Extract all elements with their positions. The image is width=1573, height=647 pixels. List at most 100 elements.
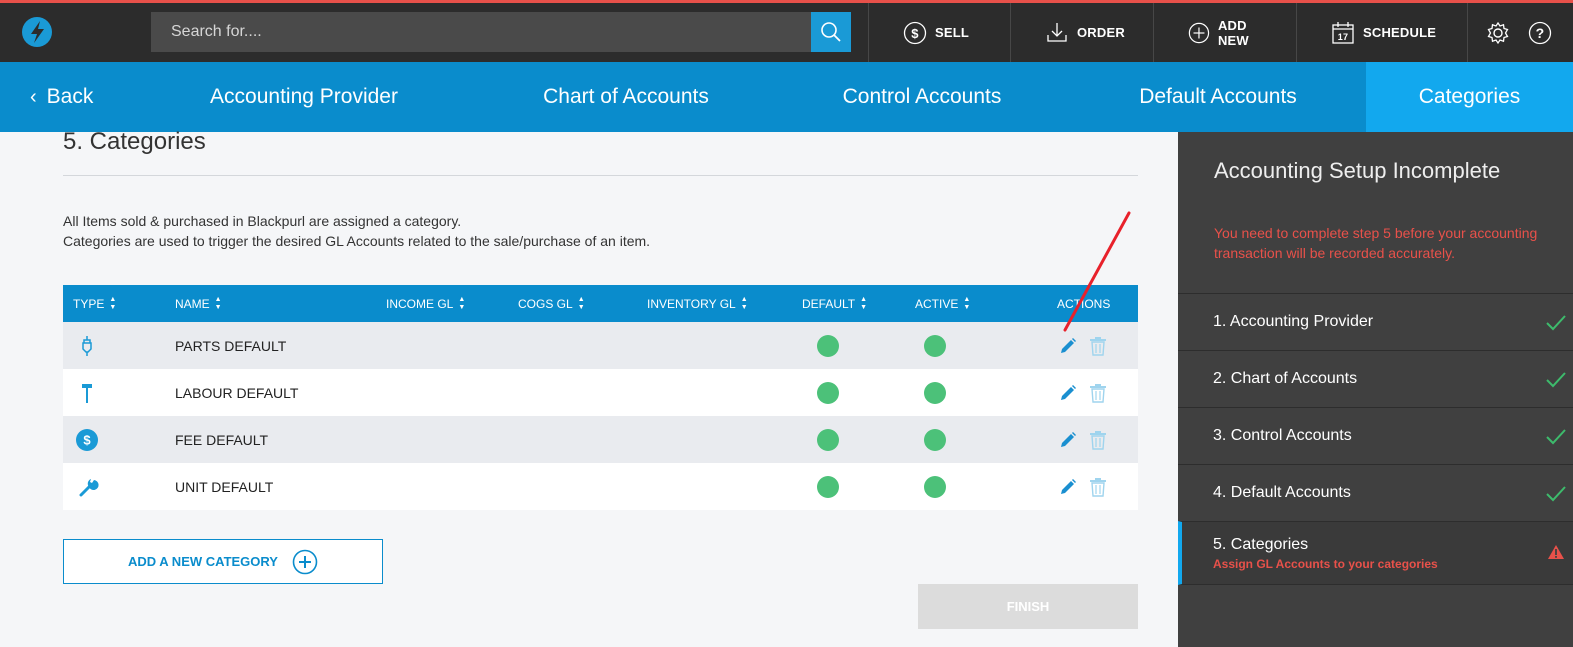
plus-circle-icon [292,549,318,574]
warning-icon [1548,545,1564,559]
default-status [817,463,839,510]
edit-button[interactable] [1059,369,1077,416]
wrench-icon [79,463,99,510]
column-type[interactable]: TYPE ▲ ▼ [73,285,116,322]
active-status [924,463,946,510]
top-bar: $ SELL ORDER ADD NEW [0,0,1573,62]
utility-icons: ? [1467,3,1572,62]
sell-button[interactable]: $ SELL [868,3,1010,62]
sort-icon: ▲ ▼ [740,295,748,311]
page-title: 5. Categories [63,128,206,155]
pencil-icon [1061,478,1076,494]
step-default-accounts[interactable]: 4. Default Accounts [1178,464,1573,521]
category-name: LABOUR DEFAULT [175,384,299,401]
step-categories[interactable]: 5. Categories Assign GL Accounts to your… [1178,521,1573,585]
description-line-1: All Items sold & purchased in Blackpurl … [63,213,462,229]
add-new-label: ADD NEW [1217,17,1249,48]
svg-text:?: ? [1536,25,1545,41]
search-button[interactable] [811,12,851,52]
default-status [817,369,839,416]
top-actions: $ SELL ORDER ADD NEW 17 SCHEDULE ? [868,3,1572,62]
delete-button[interactable] [1089,322,1107,369]
sort-icon: ▲ ▼ [109,295,117,311]
sort-icon: ▲ ▼ [577,295,585,311]
tab-accounting-provider[interactable]: Accounting Provider [180,62,428,132]
description-line-2: Categories are used to trigger the desir… [63,233,651,249]
active-status [924,416,946,463]
sort-icon: ▲ ▼ [963,295,971,311]
add-category-button[interactable]: ADD A NEW CATEGORY [63,539,383,584]
panel-warning: You need to complete step 5 before your … [1214,225,1538,261]
table-header: TYPE ▲ ▼ NAME ▲ ▼ INCOME GL ▲ ▼ COGS GL ▲ ▼ INVE… [63,285,1138,322]
schedule-button[interactable]: 17 SCHEDULE [1296,3,1467,62]
tab-control-accounts[interactable]: Control Accounts [800,62,1044,132]
default-status [817,416,839,463]
sell-label: SELL [935,25,970,40]
chevron-left-icon: ‹ [30,85,37,108]
trash-icon [1090,430,1106,450]
step-chart-of-accounts[interactable]: 2. Chart of Accounts [1178,350,1573,407]
pencil-icon [1061,431,1076,447]
download-icon [1047,22,1067,42]
search-icon [821,22,841,42]
panel-title: Accounting Setup Incomplete [1214,158,1501,183]
calendar-day: 17 [1338,32,1348,42]
setup-nav: ‹ Back Accounting Provider Chart of Acco… [0,62,1573,132]
categories-table: TYPE ▲ ▼ NAME ▲ ▼ INCOME GL ▲ ▼ COGS GL ▲ ▼ INVE… [63,285,1138,510]
category-name: PARTS DEFAULT [175,337,287,354]
table-row: UNIT DEFAULT [63,463,1138,510]
schedule-label: SCHEDULE [1363,25,1437,40]
delete-button[interactable] [1089,463,1107,510]
step-categories-hint: Assign GL Accounts to your categories [1213,556,1438,571]
search-bar [151,12,851,52]
edit-button[interactable] [1059,322,1077,369]
edit-button[interactable] [1059,416,1077,463]
add-new-button[interactable]: ADD NEW [1153,3,1296,62]
title-divider [63,175,1138,176]
edit-button[interactable] [1059,463,1077,510]
sort-icon: ▲ ▼ [214,295,222,311]
default-status [817,322,839,369]
spark-plug-icon [79,322,95,369]
delete-button[interactable] [1089,416,1107,463]
check-icon [1546,372,1566,388]
delete-button[interactable] [1089,369,1107,416]
gear-icon[interactable] [1486,21,1510,45]
step-control-accounts[interactable]: 3. Control Accounts [1178,407,1573,464]
table-row: PARTS DEFAULT [63,322,1138,369]
check-icon [1546,429,1566,445]
svg-text:$: $ [83,432,91,447]
trash-icon [1090,336,1106,356]
calendar-icon: 17 [1332,21,1354,44]
column-name[interactable]: NAME ▲ ▼ [175,285,222,322]
step-accounting-provider[interactable]: 1. Accounting Provider [1178,293,1573,350]
trash-icon [1090,383,1106,403]
order-button[interactable]: ORDER [1010,3,1153,62]
active-status [924,322,946,369]
search-input[interactable] [151,12,811,52]
sort-icon: ▲ ▼ [458,295,466,311]
add-category-label: ADD A NEW CATEGORY [128,554,278,569]
column-default[interactable]: DEFAULT ▲ ▼ [802,285,867,322]
check-icon [1546,486,1566,502]
back-link[interactable]: ‹ Back [30,62,110,132]
svg-text:$: $ [911,26,919,41]
column-active[interactable]: ACTIVE ▲ ▼ [915,285,970,322]
column-inventory-gl[interactable]: INVENTORY GL ▲ ▼ [647,285,748,322]
dollar-circle-icon: $ [75,416,99,463]
tab-categories[interactable]: Categories [1366,62,1573,132]
category-name: UNIT DEFAULT [175,478,274,495]
column-cogs-gl[interactable]: COGS GL ▲ ▼ [518,285,585,322]
column-income-gl[interactable]: INCOME GL ▲ ▼ [386,285,465,322]
tab-chart-of-accounts[interactable]: Chart of Accounts [500,62,752,132]
column-actions: ACTIONS [1057,296,1111,311]
order-label: ORDER [1077,25,1125,40]
help-icon[interactable]: ? [1528,21,1552,45]
dollar-icon: $ [903,21,927,44]
finish-button[interactable]: FINISH [918,584,1138,629]
app-logo-icon[interactable] [20,15,54,49]
table-row: $ FEE DEFAULT [63,416,1138,463]
tab-default-accounts[interactable]: Default Accounts [1100,62,1336,132]
hammer-icon [80,369,94,416]
table-row: LABOUR DEFAULT [63,369,1138,416]
